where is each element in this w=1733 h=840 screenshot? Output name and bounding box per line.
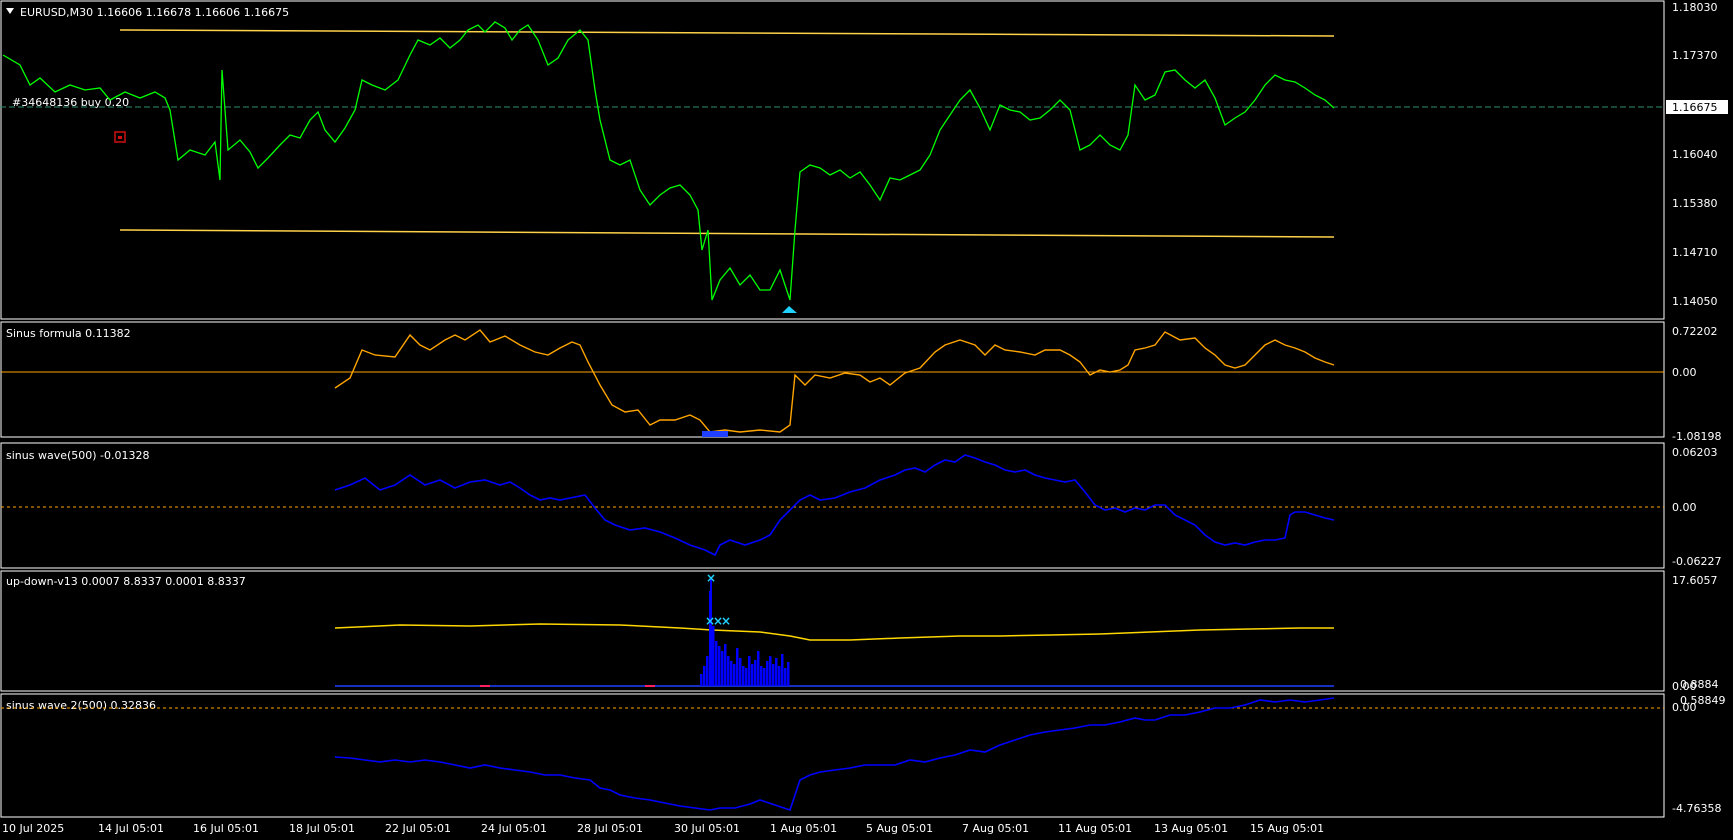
updown-hist-bar (766, 661, 769, 686)
updown-hist-bar (739, 658, 742, 686)
updown-hist-bar (706, 656, 709, 686)
sinus-wave-label: sinus wave(500) -0.01328 (6, 449, 150, 462)
time-tick: 22 Jul 05:01 (385, 822, 451, 835)
sinus-formula-line (334, 329, 1335, 433)
updown-hist-bar (748, 656, 751, 686)
order-label: #34648136 buy 0.20 (12, 96, 129, 109)
updown-hist-bar (763, 668, 766, 686)
chart-canvas[interactable]: EURUSD,M30 1.16606 1.16678 1.16606 1.166… (0, 0, 1733, 840)
time-tick: 7 Aug 05:01 (962, 822, 1029, 835)
updown-hist-bar (781, 654, 784, 686)
updown-x-markers: × × × × (705, 571, 731, 628)
updown-hist-bar (787, 662, 790, 686)
updown-hist-bar (736, 648, 739, 686)
current-price: 1.16675 (1672, 101, 1718, 114)
price-tick-3: 1.16040 (1672, 148, 1718, 161)
time-tick: 28 Jul 05:01 (577, 822, 643, 835)
updown-hist-bar (718, 646, 721, 686)
updown-hist-bar (721, 651, 724, 686)
updown-hist-bar (745, 668, 748, 686)
updown-axis: 17.6057 0.8884 0.00 (1672, 574, 1719, 693)
sinus-formula-low-marker (702, 431, 728, 437)
time-tick: 5 Aug 05:01 (866, 822, 933, 835)
updown-tick-3: 0.00 (1672, 680, 1697, 693)
updown-pane-frame (0, 570, 1665, 692)
price-line (2, 21, 1335, 301)
updown-hist-bar (754, 660, 757, 686)
sinus-wave-axis: 0.06203 0.00 -0.06227 (1672, 446, 1721, 568)
updown-hist-bar (778, 666, 781, 686)
updown-hist-bar (724, 644, 727, 686)
main-pane-frame (0, 0, 1665, 320)
sinus-wave2-line (334, 697, 1335, 812)
sinus-formula-axis: 0.72202 0.00 -1.08198 (1672, 325, 1721, 443)
updown-x-marker: × (706, 571, 716, 585)
sinus-formula-pane-frame (0, 321, 1665, 438)
price-axis: 1.18030 1.17370 1.16040 1.15380 1.14710 … (1672, 1, 1718, 308)
buy-arrow-marker (782, 306, 797, 313)
triangle-down-icon[interactable] (6, 8, 14, 14)
updown-hist-bar (715, 641, 718, 686)
time-tick: 18 Jul 05:01 (289, 822, 355, 835)
sinus-formula-label: Sinus formula 0.11382 (6, 327, 131, 340)
updown-band-line (334, 623, 1334, 641)
sinus-wave-pane-frame (0, 442, 1665, 569)
sinus-wave-tick-1: 0.06203 (1672, 446, 1718, 459)
time-tick: 10 Jul 2025 (2, 822, 64, 835)
updown-hist-bar (727, 656, 730, 686)
updown-label: up-down-v13 0.0007 8.8337 0.0001 8.8337 (6, 575, 246, 588)
time-tick: 11 Aug 05:01 (1058, 822, 1132, 835)
updown-hist-bar (769, 656, 772, 686)
time-tick: 15 Aug 05:01 (1250, 822, 1324, 835)
time-tick: 24 Jul 05:01 (481, 822, 547, 835)
channel-upper-line (119, 29, 1335, 37)
sinus-formula-tick-2: 0.00 (1672, 366, 1697, 379)
updown-hist-bar (757, 651, 760, 686)
order-icon[interactable] (114, 131, 126, 143)
sinus-wave2-tick-2: 0.00 (1672, 701, 1697, 714)
updown-hist-bar (775, 658, 778, 686)
sinus-wave2-pane-frame (0, 693, 1665, 818)
price-tick-1: 1.18030 (1672, 1, 1718, 14)
updown-hist-bar (742, 666, 745, 686)
time-tick: 13 Aug 05:01 (1154, 822, 1228, 835)
sinus-wave2-tick-3: -4.76358 (1672, 802, 1721, 815)
time-axis: 10 Jul 2025 14 Jul 05:01 16 Jul 05:01 18… (2, 822, 1324, 835)
symbol-title: EURUSD,M30 1.16606 1.16678 1.16606 1.166… (20, 6, 289, 19)
updown-hist-bar (712, 626, 715, 686)
sinus-wave2-label: sinus wave 2(500) 0.32836 (6, 699, 156, 712)
updown-hist-bar (733, 664, 736, 686)
updown-hist-bar (730, 661, 733, 686)
updown-hist-bar (784, 668, 787, 686)
updown-hist-bar (772, 664, 775, 686)
updown-x-marker: × (721, 614, 731, 628)
channel-lower-line (119, 229, 1335, 238)
price-tick-4: 1.15380 (1672, 197, 1718, 210)
sinus-wave-tick-3: -0.06227 (1672, 555, 1721, 568)
price-tick-6: 1.14050 (1672, 295, 1718, 308)
time-tick: 16 Jul 05:01 (193, 822, 259, 835)
time-tick: 14 Jul 05:01 (98, 822, 164, 835)
sinus-formula-tick-3: -1.08198 (1672, 430, 1721, 443)
time-tick: 30 Jul 05:01 (674, 822, 740, 835)
time-tick: 1 Aug 05:01 (770, 822, 837, 835)
price-tick-2: 1.17370 (1672, 49, 1718, 62)
sinus-wave2-axis: 0.58849 0.00 -4.76358 (1672, 694, 1726, 815)
sinus-formula-tick-1: 0.72202 (1672, 325, 1718, 338)
updown-hist-bar (760, 666, 763, 686)
sinus-wave-tick-2: 0.00 (1672, 501, 1697, 514)
sinus-wave-line (334, 454, 1335, 557)
updown-hist-bar (703, 666, 706, 686)
price-tick-5: 1.14710 (1672, 246, 1718, 259)
updown-hist-bar (700, 674, 703, 686)
updown-hist-bar (751, 664, 754, 686)
updown-tick-1: 17.6057 (1672, 574, 1718, 587)
